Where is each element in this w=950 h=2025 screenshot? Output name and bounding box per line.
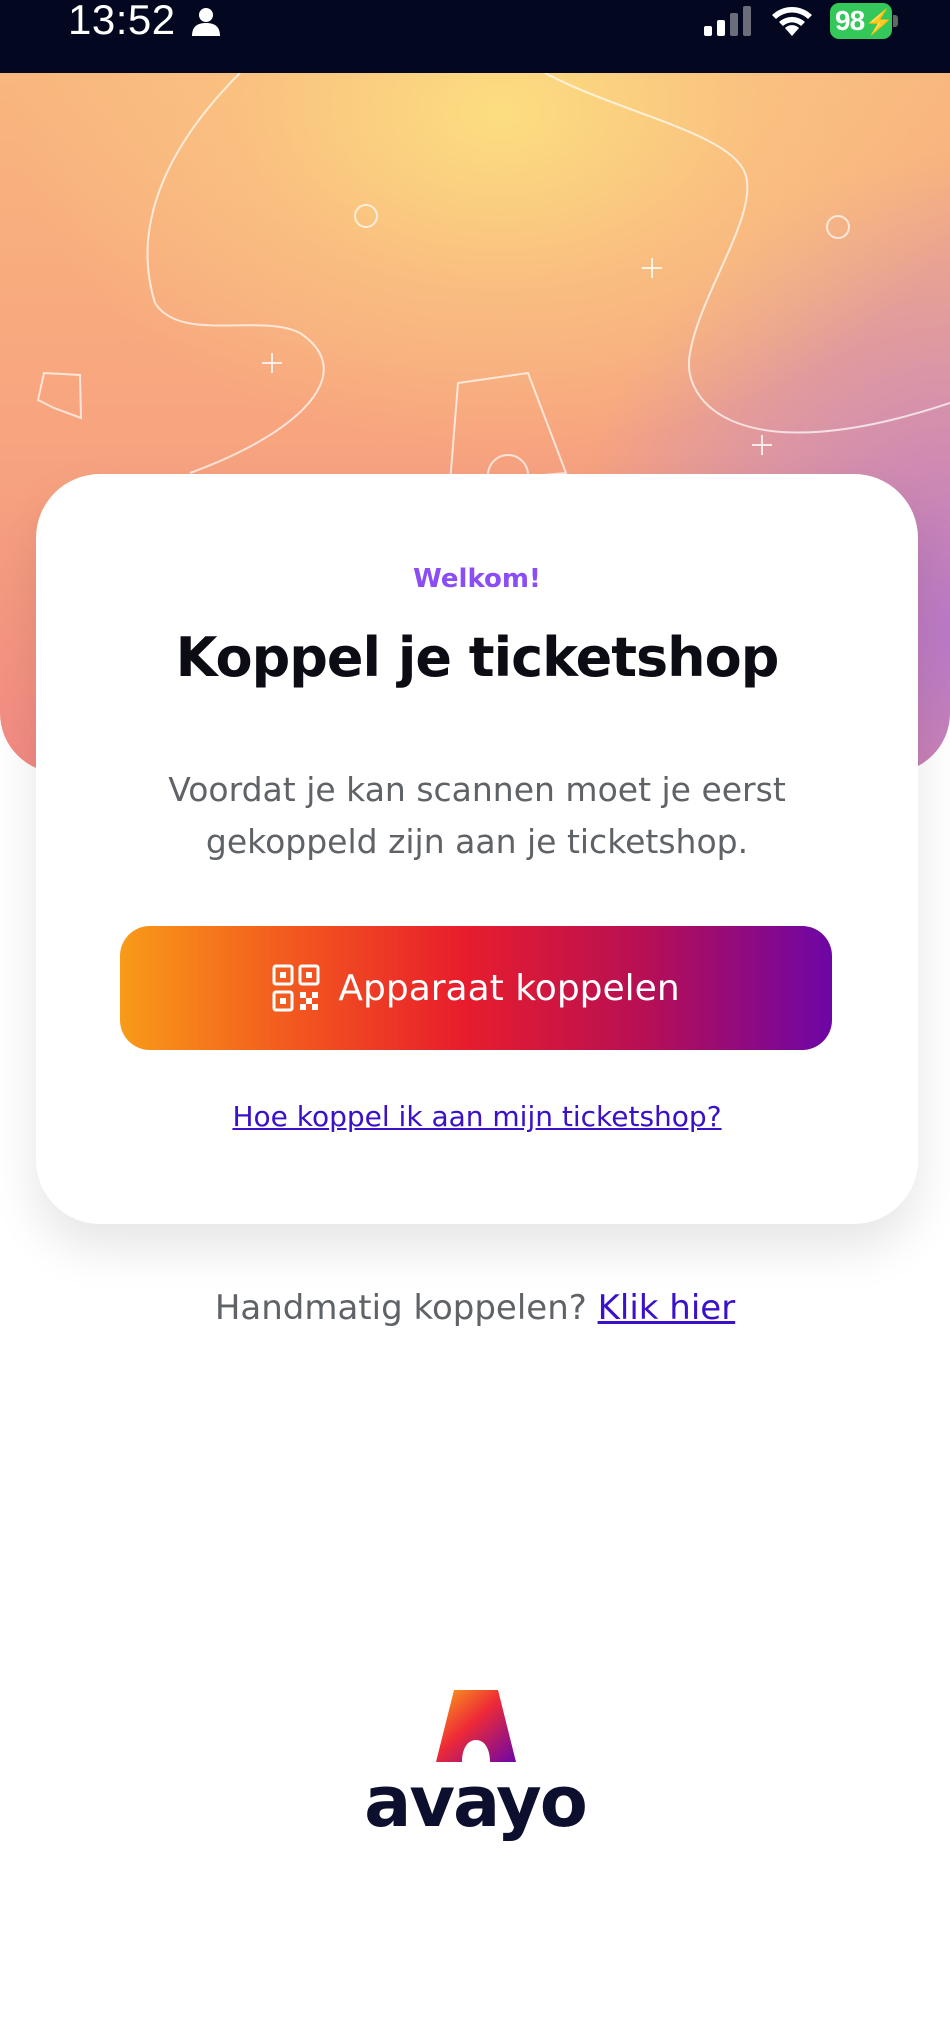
welcome-label: Welkom! [413, 564, 541, 594]
person-icon [192, 8, 220, 36]
screen: 13:52 98⚡ Welkom! Koppel je ticketshop V… [0, 0, 950, 2025]
battery-percent: 98 [835, 5, 865, 36]
charging-bolt-icon: ⚡ [864, 9, 894, 36]
status-bar: 13:52 98⚡ [0, 0, 950, 73]
pair-device-label: Apparaat koppelen [338, 967, 680, 1009]
battery-icon: 98⚡ [830, 3, 898, 39]
plus-decorations [262, 258, 772, 455]
pair-device-button[interactable]: Apparaat koppelen [120, 926, 832, 1050]
description-text: Voordat je kan scannen moet je eerst gek… [168, 770, 786, 861]
battery-cap [893, 15, 898, 27]
status-time: 13:52 [68, 0, 176, 43]
battery-level: 98⚡ [830, 3, 894, 39]
manual-pair-row: Handmatig koppelen? Klik hier [0, 1288, 950, 1328]
wifi-icon [772, 7, 812, 36]
squiggle-line [146, 73, 325, 474]
pairing-card: Welkom! Koppel je ticketshop Voordat je … [36, 474, 918, 1224]
manual-pair-text: Handmatig koppelen? [214, 1288, 587, 1328]
ticket-shape-decoration [36, 371, 83, 420]
ticket-shape-decoration [448, 371, 568, 485]
brand-name: avayo [364, 1761, 588, 1843]
manual-pair-link[interactable]: Klik hier [598, 1288, 736, 1328]
squiggle-line [544, 73, 950, 434]
avayo-logo-icon [436, 1690, 516, 1762]
qr-code-icon [272, 964, 320, 1012]
circle-decoration [826, 215, 850, 239]
page-title: Koppel je ticketshop [175, 626, 780, 689]
circle-decoration [354, 204, 378, 228]
signal-icon [704, 6, 751, 36]
help-link[interactable]: Hoe koppel ik aan mijn ticketshop? [36, 1100, 918, 1133]
